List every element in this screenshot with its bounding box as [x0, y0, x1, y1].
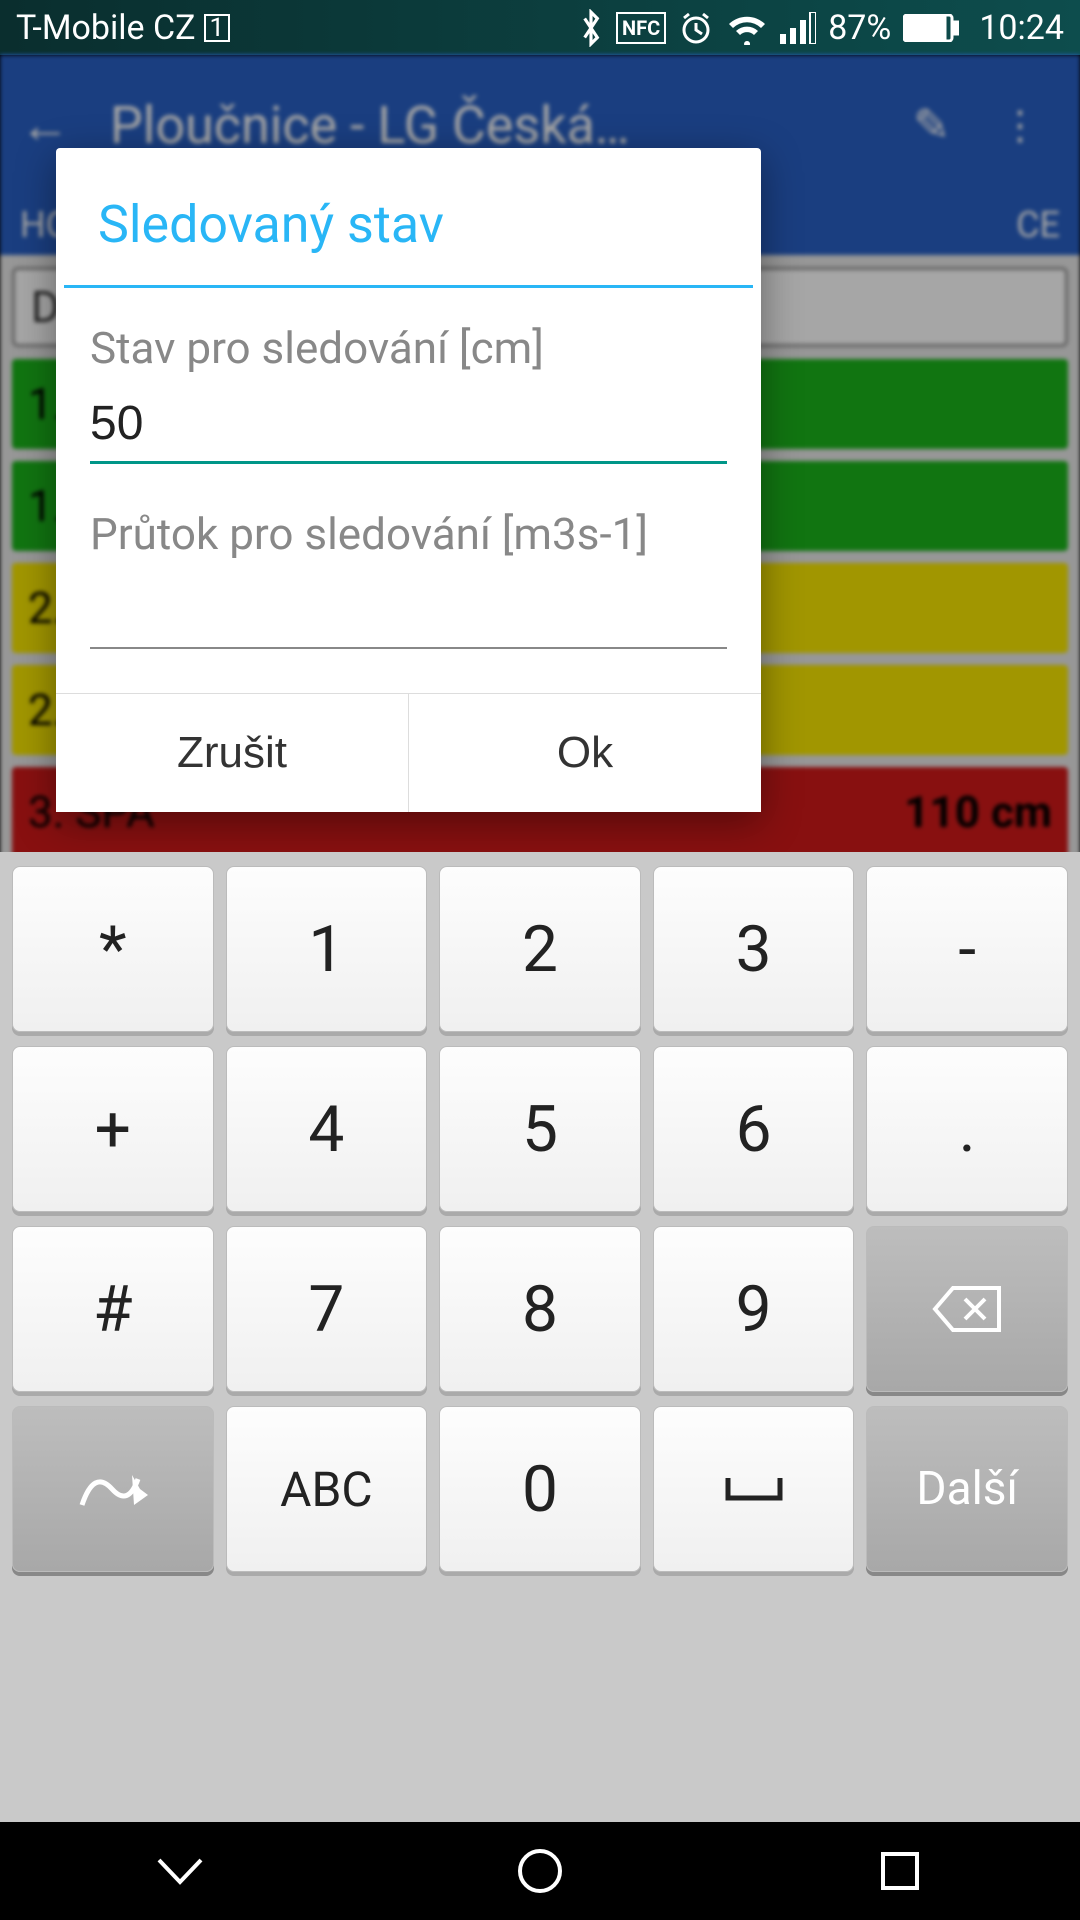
- sim-icon: 1: [204, 14, 231, 42]
- dialog-watched-state: Sledovaný stav Stav pro sledování [cm] P…: [56, 148, 761, 812]
- nav-recent-icon[interactable]: [840, 1841, 960, 1901]
- nav-home-icon[interactable]: [480, 1841, 600, 1901]
- nfc-icon: NFC: [616, 12, 666, 44]
- key-1[interactable]: 1: [226, 866, 428, 1032]
- status-bar: T-Mobile CZ 1 NFC 87% 10:24: [0, 0, 1080, 55]
- key-minus[interactable]: -: [866, 866, 1068, 1032]
- key-swype[interactable]: [12, 1406, 214, 1572]
- alarm-icon: [678, 10, 714, 46]
- key-plus[interactable]: +: [12, 1046, 214, 1212]
- key-0[interactable]: 0: [439, 1406, 641, 1572]
- battery-percent: 87%: [828, 8, 891, 48]
- battery-icon: [903, 14, 959, 42]
- level-label: Stav pro sledování [cm]: [90, 308, 727, 380]
- status-right: NFC 87% 10:24: [578, 8, 1064, 48]
- key-next[interactable]: Další: [866, 1406, 1068, 1572]
- clock-label: 10:24: [979, 8, 1064, 48]
- cancel-button[interactable]: Zrušit: [56, 694, 408, 812]
- ok-button[interactable]: Ok: [408, 694, 761, 812]
- key-9[interactable]: 9: [653, 1226, 855, 1392]
- level-input[interactable]: [90, 380, 727, 464]
- flow-input[interactable]: [90, 566, 727, 649]
- signal-icon: [780, 12, 816, 44]
- key-hash[interactable]: #: [12, 1226, 214, 1392]
- flow-label: Průtok pro sledování [m3s-1]: [90, 494, 727, 566]
- wifi-icon: [726, 11, 768, 45]
- bluetooth-icon: [578, 9, 604, 47]
- key-abc[interactable]: ABC: [226, 1406, 428, 1572]
- key-8[interactable]: 8: [439, 1226, 641, 1392]
- key-star[interactable]: *: [12, 866, 214, 1032]
- key-space[interactable]: [653, 1406, 855, 1572]
- dialog-title: Sledovaný stav: [64, 148, 753, 288]
- key-dot[interactable]: .: [866, 1046, 1068, 1212]
- key-2[interactable]: 2: [439, 866, 641, 1032]
- carrier-label: T-Mobile CZ: [16, 8, 196, 48]
- key-4[interactable]: 4: [226, 1046, 428, 1212]
- numeric-keyboard: * 1 2 3 - + 4 5 6 . # 7 8 9 ABC 0: [0, 852, 1080, 1822]
- key-backspace[interactable]: [866, 1226, 1068, 1392]
- key-6[interactable]: 6: [653, 1046, 855, 1212]
- dialog-buttons: Zrušit Ok: [56, 693, 761, 812]
- status-left: T-Mobile CZ 1: [16, 8, 578, 48]
- nav-back-icon[interactable]: [120, 1841, 240, 1901]
- key-7[interactable]: 7: [226, 1226, 428, 1392]
- navigation-bar: [0, 1822, 1080, 1920]
- key-3[interactable]: 3: [653, 866, 855, 1032]
- key-5[interactable]: 5: [439, 1046, 641, 1212]
